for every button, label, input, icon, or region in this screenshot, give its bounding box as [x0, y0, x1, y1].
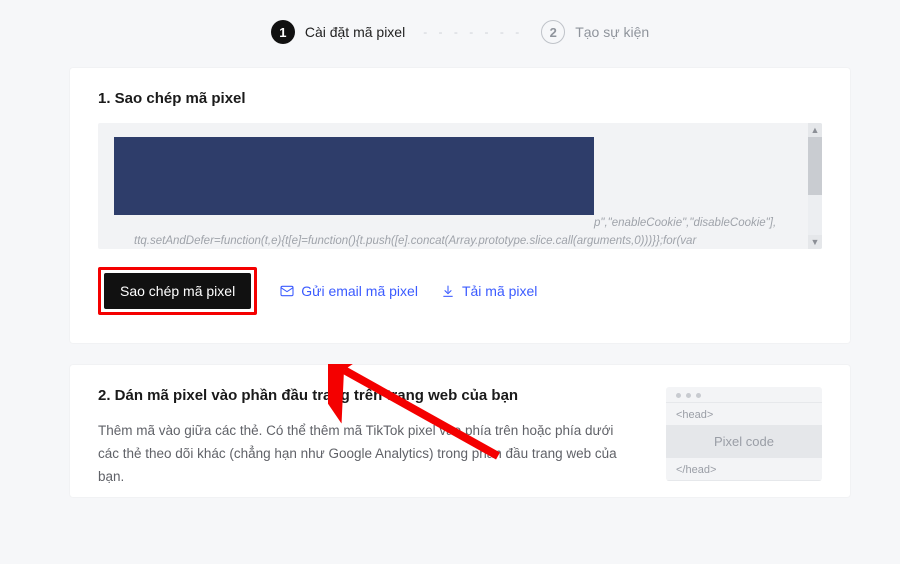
head-open-tag: <head>	[666, 403, 822, 425]
mail-icon	[279, 283, 295, 299]
email-link-label: Gửi email mã pixel	[301, 283, 418, 299]
download-icon	[440, 283, 456, 299]
code-redacted-block	[114, 137, 594, 215]
section2-title: 2. Dán mã pixel vào phần đầu trang trên …	[98, 387, 636, 404]
section1-card: 1. Sao chép mã pixel p","enableCookie","…	[70, 68, 850, 343]
stepper-step-2[interactable]: 2 Tạo sự kiện	[541, 20, 649, 44]
step1-number: 1	[271, 20, 295, 44]
step2-label: Tạo sự kiện	[575, 24, 649, 40]
download-pixel-code-link[interactable]: Tải mã pixel	[440, 283, 537, 299]
stepper-step-1[interactable]: 1 Cài đặt mã pixel	[271, 20, 405, 44]
step2-number: 2	[541, 20, 565, 44]
scrollbar-up-icon[interactable]: ▲	[808, 123, 822, 137]
stepper: 1 Cài đặt mã pixel - - - - - - - 2 Tạo s…	[70, 20, 850, 44]
code-snippet-text: p","enableCookie","disableCookie"], ttq.…	[114, 215, 796, 249]
step1-label: Cài đặt mã pixel	[305, 24, 405, 40]
scrollbar-down-icon[interactable]: ▼	[808, 235, 822, 249]
section1-actions: Sao chép mã pixel Gửi email mã pixel Tải…	[98, 267, 822, 315]
divider	[666, 480, 822, 481]
stepper-divider: - - - - - - -	[417, 25, 529, 39]
head-close-tag: </head>	[666, 458, 822, 480]
copy-button-highlight: Sao chép mã pixel	[98, 267, 257, 315]
pixel-code-box[interactable]: p","enableCookie","disableCookie"], ttq.…	[98, 123, 822, 249]
copy-pixel-code-button[interactable]: Sao chép mã pixel	[104, 273, 251, 309]
download-link-label: Tải mã pixel	[462, 283, 537, 299]
code-line2: ttq.setAndDefer=function(t,e){t[e]=funct…	[114, 233, 796, 249]
section1-title: 1. Sao chép mã pixel	[98, 90, 822, 107]
window-dots-icon	[666, 387, 822, 402]
pixel-code-placeholder: Pixel code	[666, 425, 822, 458]
page-root: 1 Cài đặt mã pixel - - - - - - - 2 Tạo s…	[0, 0, 900, 497]
section2-left: 2. Dán mã pixel vào phần đầu trang trên …	[98, 387, 636, 489]
section2-card: 2. Dán mã pixel vào phần đầu trang trên …	[70, 365, 850, 497]
section2-desc: Thêm mã vào giữa các thẻ. Có thể thêm mã…	[98, 420, 636, 489]
scrollbar-thumb[interactable]	[808, 137, 822, 195]
section2-illustration: <head> Pixel code </head>	[666, 387, 822, 481]
code-scrollbar[interactable]: ▲ ▼	[808, 123, 822, 249]
email-pixel-code-link[interactable]: Gửi email mã pixel	[279, 283, 418, 299]
code-line1: p","enableCookie","disableCookie"],	[114, 215, 796, 232]
